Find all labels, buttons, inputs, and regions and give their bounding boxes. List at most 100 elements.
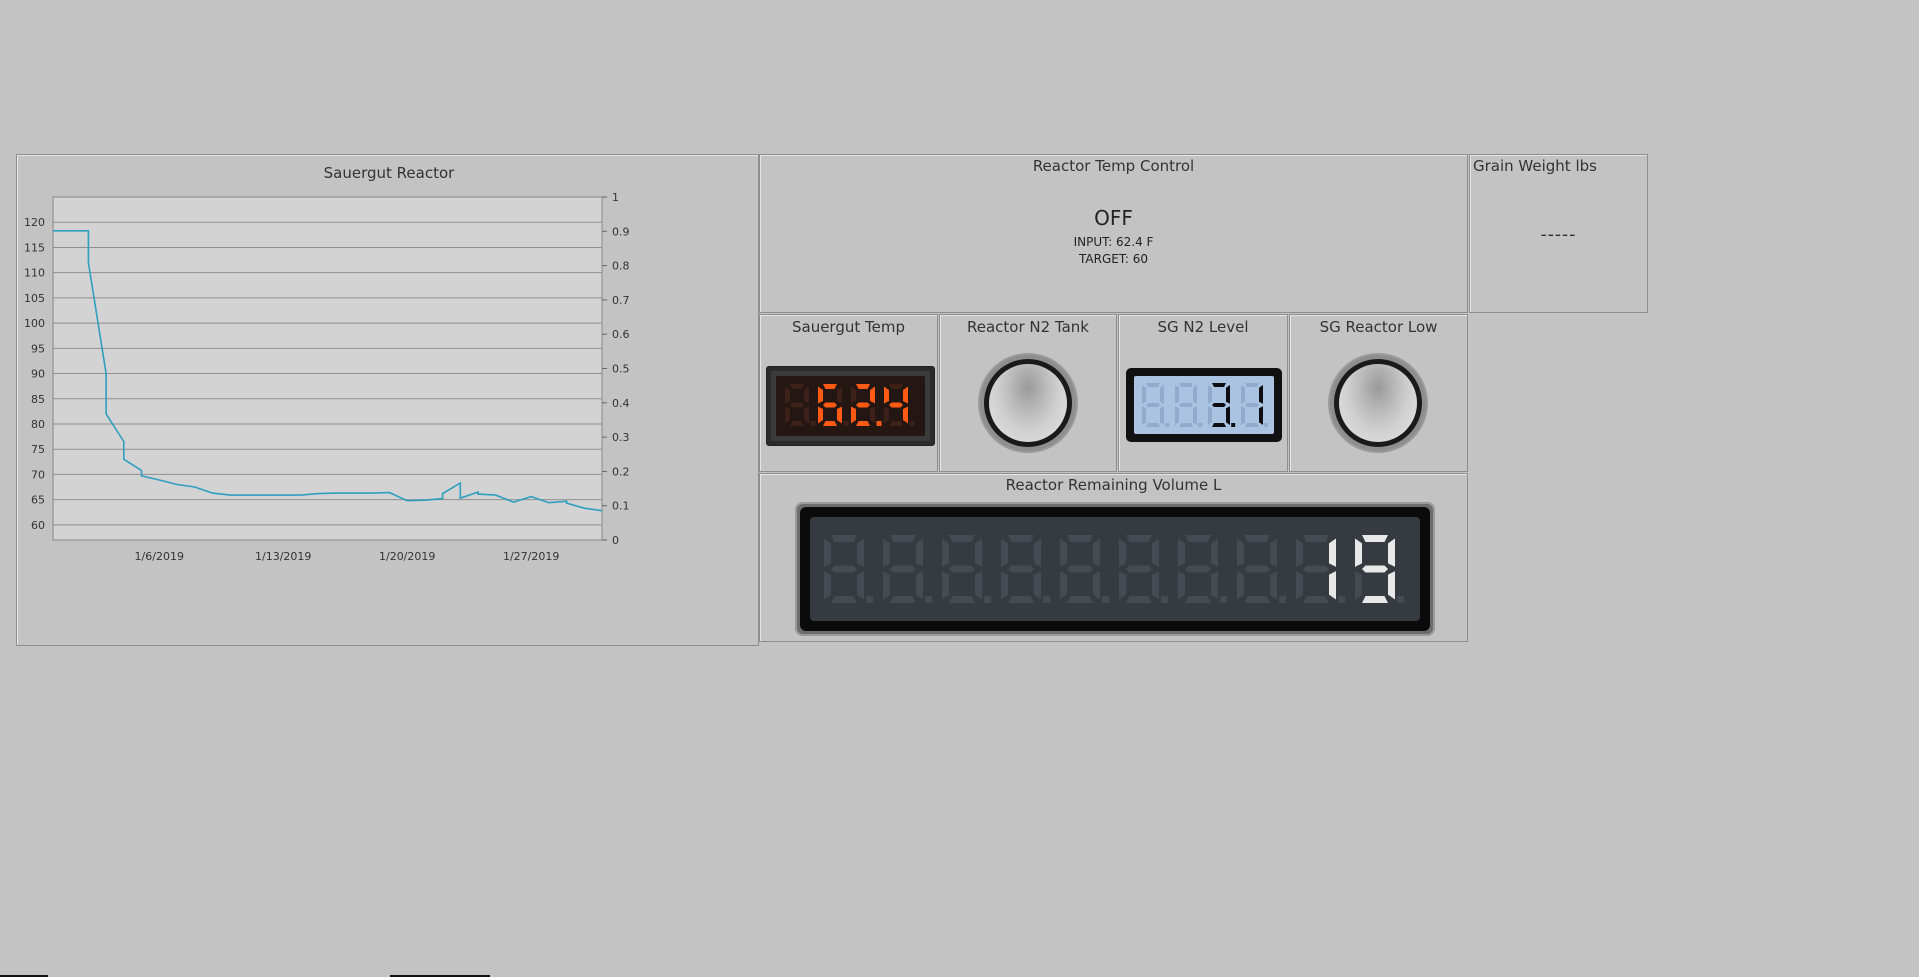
y2-tick-label: 0.2 [612, 465, 630, 478]
digit-segment [1146, 403, 1160, 407]
y-tick-label: 100 [24, 317, 45, 330]
digit-segment [824, 571, 831, 600]
digit-segment [1388, 571, 1395, 600]
indicator-lamp-icon [1330, 355, 1426, 451]
digit-segment [883, 571, 890, 600]
digit [1237, 535, 1287, 603]
y-tick-label: 60 [31, 519, 45, 532]
y-tick-label: 70 [31, 468, 45, 481]
digit-segment [1303, 535, 1329, 542]
remaining-volume-digits [824, 535, 1405, 603]
digit-segment [856, 421, 870, 426]
remaining-volume-title: Reactor Remaining Volume L [1005, 476, 1222, 494]
digit-segment [1126, 596, 1152, 603]
decimal-point [984, 596, 992, 603]
y-tick-label: 115 [24, 241, 45, 254]
y2-tick-label: 0.6 [612, 328, 630, 341]
sg-n2-level-title: SG N2 Level [1157, 318, 1249, 336]
digit-segment [1303, 596, 1329, 603]
digit-segment [1060, 571, 1067, 600]
x-tick-label: 1/27/2019 [503, 550, 559, 563]
grain-weight-title: Grain Weight lbs [1473, 157, 1597, 175]
digit-segment [942, 538, 949, 567]
y-tick-label: 65 [31, 494, 45, 507]
decimal-point [1165, 423, 1170, 427]
digit-segment [1093, 538, 1100, 567]
digit-segment [790, 402, 804, 408]
digit [1355, 535, 1405, 603]
digit-segment [824, 538, 831, 567]
y-tick-label: 95 [31, 342, 45, 355]
decimal-point [843, 421, 849, 426]
decimal-point [876, 421, 882, 426]
digit-segment [949, 565, 975, 573]
digit-segment [1175, 406, 1179, 425]
decimal-point [1338, 596, 1346, 603]
control-state: OFF [1094, 206, 1133, 230]
digit-segment [1152, 538, 1159, 567]
decimal-point [866, 596, 874, 603]
digit-segment [889, 402, 903, 408]
digit-segment [1237, 538, 1244, 567]
digit-segment [1008, 565, 1034, 573]
digit-segment [890, 565, 916, 573]
digit-segment [1060, 538, 1067, 567]
digit-segment [1270, 538, 1277, 567]
digit-segment [1034, 571, 1041, 600]
digit-segment [851, 386, 856, 404]
control-input-reading: INPUT: 62.4 F [1073, 235, 1154, 249]
digit-segment [1362, 565, 1388, 573]
y2-tick-label: 0.1 [612, 500, 630, 513]
decimal-point [1043, 596, 1051, 603]
sg-n2-level-digits [1142, 383, 1269, 427]
digit [818, 384, 849, 426]
digit [1001, 535, 1051, 603]
y-tick-label: 110 [24, 267, 45, 280]
sg-reactor-low-tile: SG Reactor Low [1289, 314, 1468, 472]
digit-segment [818, 406, 823, 424]
remaining-volume-display [795, 502, 1435, 636]
x-tick-label: 1/6/2019 [135, 550, 184, 563]
digit-segment [1193, 385, 1197, 404]
digit-segment [1259, 406, 1263, 425]
digit [824, 535, 874, 603]
digit-segment [1303, 565, 1329, 573]
digit-segment [823, 402, 837, 408]
digit-segment [837, 386, 842, 404]
digit-segment [1226, 406, 1230, 425]
decimal-point [1397, 596, 1405, 603]
digit-segment [942, 571, 949, 600]
digit-segment [1245, 423, 1259, 427]
decimal-point [1264, 423, 1269, 427]
digit-segment [785, 386, 790, 404]
digit-segment [884, 386, 889, 404]
digit-segment [1388, 538, 1395, 567]
digit-segment [1152, 571, 1159, 600]
digit-segment [903, 406, 908, 424]
digit-segment [1175, 385, 1179, 404]
digit-segment [1001, 538, 1008, 567]
digit-segment [1001, 571, 1008, 600]
chart-title: Sauergut Reactor [324, 164, 456, 182]
reactor-n2-tank-tile: Reactor N2 Tank [939, 314, 1117, 472]
y2-tick-label: 0.3 [612, 431, 630, 444]
x-tick-label: 1/20/2019 [379, 550, 435, 563]
digit-segment [916, 571, 923, 600]
digit-segment [1193, 406, 1197, 425]
chart-panel: Sauergut Reactor 60 65 70 75 80 85 90 95 100 105 1… [16, 154, 759, 646]
digit [1178, 535, 1228, 603]
digit-segment [1067, 596, 1093, 603]
digit [1060, 535, 1110, 603]
digit-segment [1245, 383, 1259, 387]
digit-segment [1142, 406, 1146, 425]
digit [1142, 383, 1170, 427]
digit-segment [916, 538, 923, 567]
decimal-point [925, 596, 933, 603]
digit-segment [804, 386, 809, 404]
digit-segment [1244, 596, 1270, 603]
digit-segment [1241, 385, 1245, 404]
y2-tick-label: 0.5 [612, 363, 630, 376]
digit-segment [903, 386, 908, 404]
digit-segment [1296, 571, 1303, 600]
y2-tick-label: 0.8 [612, 260, 630, 273]
